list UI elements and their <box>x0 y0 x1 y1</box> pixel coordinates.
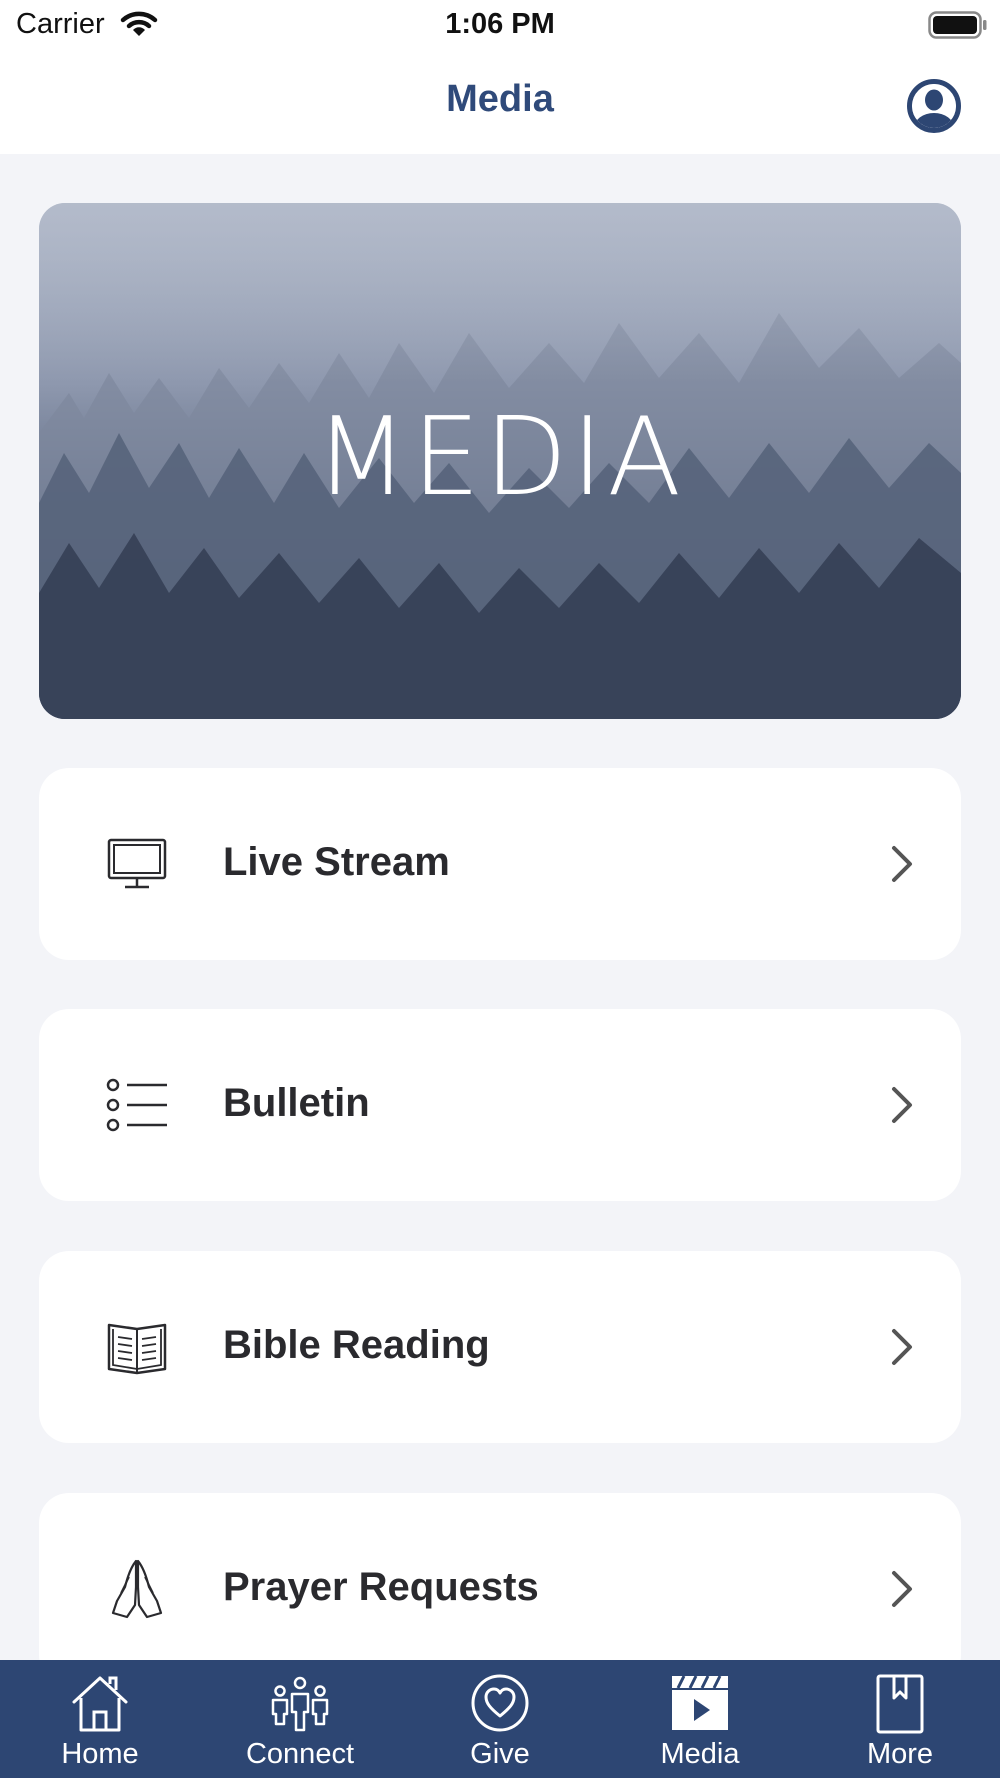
profile-button[interactable] <box>906 78 962 134</box>
menu-item-bulletin[interactable]: Bulletin <box>39 1009 961 1201</box>
menu-item-label: Live Stream <box>223 840 450 884</box>
banner-title: MEDIA <box>314 395 686 520</box>
tab-label: Give <box>470 1738 530 1770</box>
menu-item-label: Bible Reading <box>223 1323 490 1367</box>
monitor-icon <box>107 838 167 889</box>
page-title: Media <box>446 78 554 120</box>
tab-home[interactable]: Home <box>0 1660 200 1778</box>
menu-item-live-stream[interactable]: Live Stream <box>39 768 961 960</box>
house-icon <box>72 1676 128 1732</box>
heart-circle-icon <box>471 1674 529 1732</box>
navigation-bar: Media <box>0 50 1000 154</box>
menu-item-bible-reading[interactable]: Bible Reading <box>39 1251 961 1443</box>
tab-connect[interactable]: Connect <box>200 1660 400 1778</box>
chevron-right-icon <box>892 1571 912 1607</box>
clapperboard-play-icon <box>672 1675 728 1730</box>
tab-media[interactable]: Media <box>600 1660 800 1778</box>
user-circle-icon <box>907 79 961 133</box>
tab-label: Connect <box>245 1738 354 1770</box>
tab-bar: Home Connect Give Media More <box>0 1660 1000 1778</box>
people-icon <box>271 1676 329 1732</box>
tab-label: Home <box>61 1738 139 1770</box>
tab-more[interactable]: More <box>800 1660 1000 1778</box>
tab-give[interactable]: Give <box>400 1660 600 1778</box>
media-banner: MEDIA <box>39 203 961 719</box>
list-icon <box>106 1078 167 1132</box>
menu-item-prayer-requests[interactable]: Prayer Requests <box>39 1493 961 1685</box>
chevron-right-icon <box>892 846 912 882</box>
clock: 1:06 PM <box>445 8 555 40</box>
praying-hands-icon <box>111 1559 163 1619</box>
tab-label: More <box>866 1738 934 1770</box>
tab-label: Media <box>660 1738 740 1770</box>
status-bar: Carrier 1:06 PM <box>0 0 1000 50</box>
battery-icon <box>928 11 987 39</box>
chevron-right-icon <box>892 1087 912 1123</box>
bookmark-book-icon <box>876 1674 924 1734</box>
chevron-right-icon <box>892 1329 912 1365</box>
menu-item-label: Bulletin <box>223 1081 370 1125</box>
menu-item-label: Prayer Requests <box>223 1565 539 1609</box>
open-book-icon <box>107 1323 167 1375</box>
